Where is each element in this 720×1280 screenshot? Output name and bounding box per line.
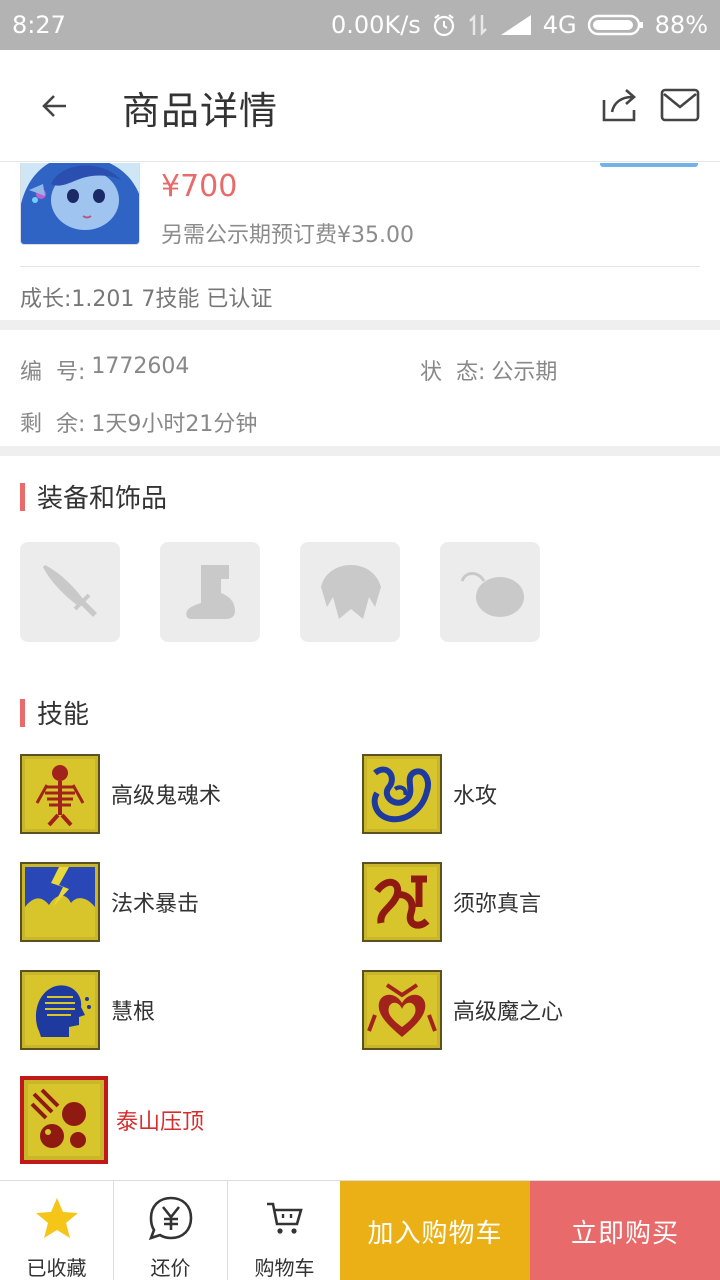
skills-title-text: 技能 [37, 700, 90, 730]
lightning-icon [20, 862, 100, 942]
equipment-slot-accessory[interactable] [440, 542, 540, 642]
water-wave-icon [362, 754, 442, 834]
skill-name: 法术暴击 [111, 892, 200, 917]
back-arrow-icon [42, 95, 66, 117]
skill-name: 慧根 [111, 1000, 156, 1025]
mail-icon [660, 88, 700, 122]
battery-icon [587, 13, 645, 37]
equipment-section-title: 装备和饰品 [20, 478, 167, 515]
buy-now-button[interactable]: 立即购买 [530, 1181, 720, 1280]
remaining-value: 1天9小时21分钟 [91, 412, 258, 437]
character-portrait-icon [21, 163, 139, 244]
section-marker [20, 482, 25, 511]
section-marker [20, 698, 25, 727]
share-button[interactable] [600, 84, 640, 124]
sword-icon [43, 565, 97, 617]
preorder-fee: 另需公示期预订费¥35.00 [161, 223, 414, 248]
bargain-button[interactable]: 还价 [114, 1181, 227, 1280]
skill-item[interactable]: 高级鬼魂术 [20, 754, 221, 834]
add-to-cart-button[interactable]: 加入购物车 [340, 1181, 530, 1280]
skill-item[interactable]: 慧根 [20, 970, 155, 1050]
head-profile-icon [20, 970, 100, 1050]
bargain-icon [148, 1196, 192, 1240]
skill-item[interactable]: 水攻 [362, 754, 497, 834]
equipment-slot-armor[interactable] [300, 542, 400, 642]
skill-name: 须弥真言 [453, 892, 542, 917]
skill-item[interactable]: 须弥真言 [362, 862, 541, 942]
pet-attributes: 成长:1.201 7技能 已认证 [20, 287, 273, 312]
price: ¥700 [161, 169, 238, 204]
equipment-slot-boots[interactable] [160, 542, 260, 642]
armor-icon [321, 565, 381, 619]
equipment-slot-weapon[interactable] [20, 542, 120, 642]
data-transfer-icon [467, 13, 489, 37]
cart-label: 购物车 [254, 1256, 315, 1280]
clock: 8:27 [12, 11, 66, 39]
shopping-cart-icon [266, 1202, 303, 1234]
star-icon [35, 1197, 78, 1238]
status-value: 公示期 [491, 360, 558, 385]
app-header: 商品详情 [0, 50, 720, 162]
share-icon [602, 89, 636, 122]
section-gap [0, 320, 720, 330]
status-bar: 8:27 0.00K/s 4G 88% [0, 0, 720, 50]
section-gap [0, 446, 720, 456]
skill-name: 高级魔之心 [453, 1000, 564, 1025]
divider [20, 266, 700, 267]
sanskrit-icon [362, 862, 442, 942]
listing-info: 编 号: 1772604 状 态: 公示期 剩 余: 1天9小时21分钟 [0, 330, 720, 446]
skill-item-highlighted[interactable]: 泰山压顶 [20, 1076, 204, 1164]
signal-icon [499, 13, 533, 37]
skill-item[interactable]: 高级魔之心 [362, 970, 563, 1050]
favorite-label: 已收藏 [26, 1256, 87, 1280]
status-row: 状 态: 公示期 [420, 354, 557, 386]
back-button[interactable] [30, 83, 80, 129]
heart-icon [362, 970, 442, 1050]
status-label: 状 态: [420, 360, 486, 385]
alarm-icon [431, 12, 457, 38]
pet-avatar[interactable] [20, 163, 140, 245]
network-type: 4G [542, 11, 577, 39]
page-title: 商品详情 [122, 89, 279, 133]
skill-name: 泰山压顶 [116, 1110, 205, 1135]
skill-item[interactable]: 法术暴击 [20, 862, 199, 942]
message-button[interactable] [660, 88, 700, 124]
favorite-button[interactable]: 已收藏 [0, 1181, 113, 1280]
id-row: 编 号: 1772604 [20, 354, 189, 386]
product-summary: ¥700 另需公示期预订费¥35.00 成长:1.201 7技能 已认证 [0, 163, 720, 320]
bottom-action-bar: 已收藏 还价 购物车 加入购物车 立即购买 [0, 1180, 720, 1280]
cart-button[interactable]: 购物车 [228, 1181, 341, 1280]
accessory-icon [460, 572, 524, 617]
falling-rocks-icon [20, 1076, 108, 1164]
tab-indicator [600, 163, 698, 167]
remaining-row: 剩 余: 1天9小时21分钟 [20, 406, 257, 438]
remaining-label: 剩 余: [20, 412, 86, 437]
network-speed: 0.00K/s [331, 11, 421, 39]
skeleton-icon [20, 754, 100, 834]
battery-level: 88% [654, 11, 708, 39]
skills-section-title: 技能 [20, 694, 89, 731]
id-label: 编 号: [20, 360, 86, 385]
equipment-title-text: 装备和饰品 [37, 484, 168, 514]
skill-name: 高级鬼魂术 [111, 784, 222, 809]
boot-icon [186, 565, 235, 619]
skill-name: 水攻 [453, 784, 498, 809]
bargain-label: 还价 [150, 1256, 191, 1280]
id-value: 1772604 [91, 354, 190, 379]
